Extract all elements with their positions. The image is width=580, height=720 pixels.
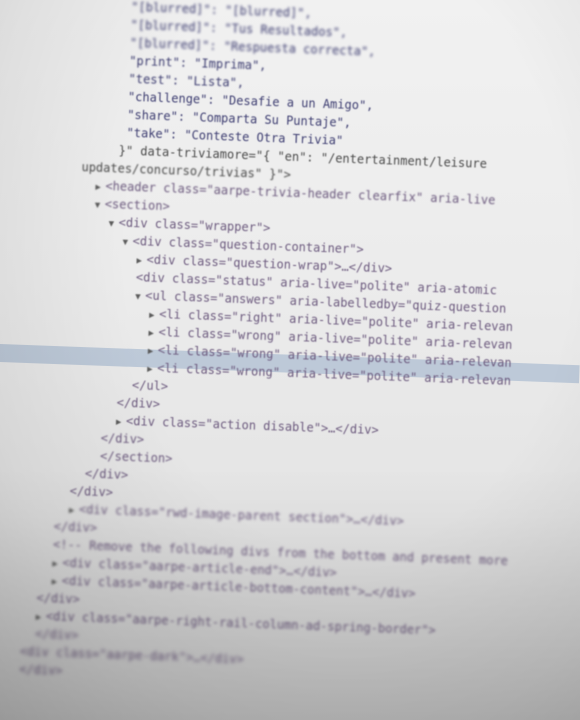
collapsed-triangle-icon[interactable]: ▶ [95, 180, 106, 196]
code-text: </div> [36, 590, 81, 607]
code-line[interactable]: ▶ <div class="rwd-image-parent section">…… [69, 501, 404, 529]
code-line[interactable]: </div> [85, 465, 129, 483]
code-line[interactable]: </div> [36, 590, 80, 608]
code-text: </div> [100, 430, 145, 447]
code-text: <div class="wrapper"> [118, 215, 271, 236]
expanded-triangle-icon[interactable]: ▼ [135, 289, 146, 305]
code-text: </div> [19, 662, 63, 678]
code-line[interactable]: </div> [116, 395, 160, 413]
code-text: </div> [84, 466, 129, 483]
collapsed-triangle-icon[interactable]: ▶ [136, 253, 147, 269]
code-text: <section> [104, 196, 171, 214]
code-line[interactable]: </div> [35, 626, 79, 644]
code-text: "test": "Lista", [128, 71, 245, 90]
code-text: <div class="action disable">…</div> [125, 413, 380, 438]
devtools-elements-panel-photo: "[blurred]": "[blurred]", "[blurred]": "T… [0, 0, 580, 720]
collapsed-triangle-icon[interactable]: ▶ [147, 362, 158, 378]
code-line[interactable]: ▶ <div class="action disable">…</div> [116, 413, 379, 439]
code-line[interactable]: </div> [53, 518, 97, 536]
code-line[interactable]: </ul> [132, 377, 169, 394]
collapsed-triangle-icon[interactable]: ▶ [69, 503, 80, 519]
code-line[interactable]: ▶ <div class="aarpe-right-rail-column-ad-… [36, 608, 436, 639]
code-lines: "[blurred]": "[blurred]", "[blurred]": "T… [0, 0, 580, 720]
collapsed-triangle-icon[interactable]: ▶ [149, 308, 160, 324]
code-text: <div class="aarpe-article-bottom-content… [61, 573, 416, 601]
collapsed-triangle-icon[interactable]: ▶ [52, 556, 63, 572]
code-line[interactable]: ▼ <section> [94, 196, 170, 215]
code-text: </ul> [131, 378, 169, 394]
collapsed-triangle-icon[interactable]: ▶ [148, 344, 159, 360]
code-text: </div> [116, 395, 161, 412]
code-text: <div class="rwd-image-parent section">…<… [78, 502, 405, 529]
code-text: </div> [53, 519, 98, 535]
expanded-triangle-icon[interactable]: ▼ [108, 216, 119, 232]
collapsed-triangle-icon[interactable]: ▶ [51, 574, 62, 590]
code-line[interactable]: "test": "Lista", [128, 71, 244, 91]
code-line[interactable]: </div> [101, 430, 145, 448]
code-text: </section> [99, 448, 173, 466]
code-text: </div> [34, 626, 79, 643]
code-text: </div> [69, 483, 114, 500]
code-text: "print": "Imprima", [128, 53, 267, 73]
expanded-triangle-icon[interactable]: ▼ [94, 198, 105, 214]
collapsed-triangle-icon[interactable]: ▶ [148, 326, 159, 342]
code-line[interactable]: </div> [19, 661, 63, 679]
code-text: <div class="aarpe-right-rail-column-ad-s… [45, 609, 436, 638]
code-line[interactable]: </section> [100, 448, 173, 467]
code-line[interactable]: </div> [69, 483, 113, 501]
